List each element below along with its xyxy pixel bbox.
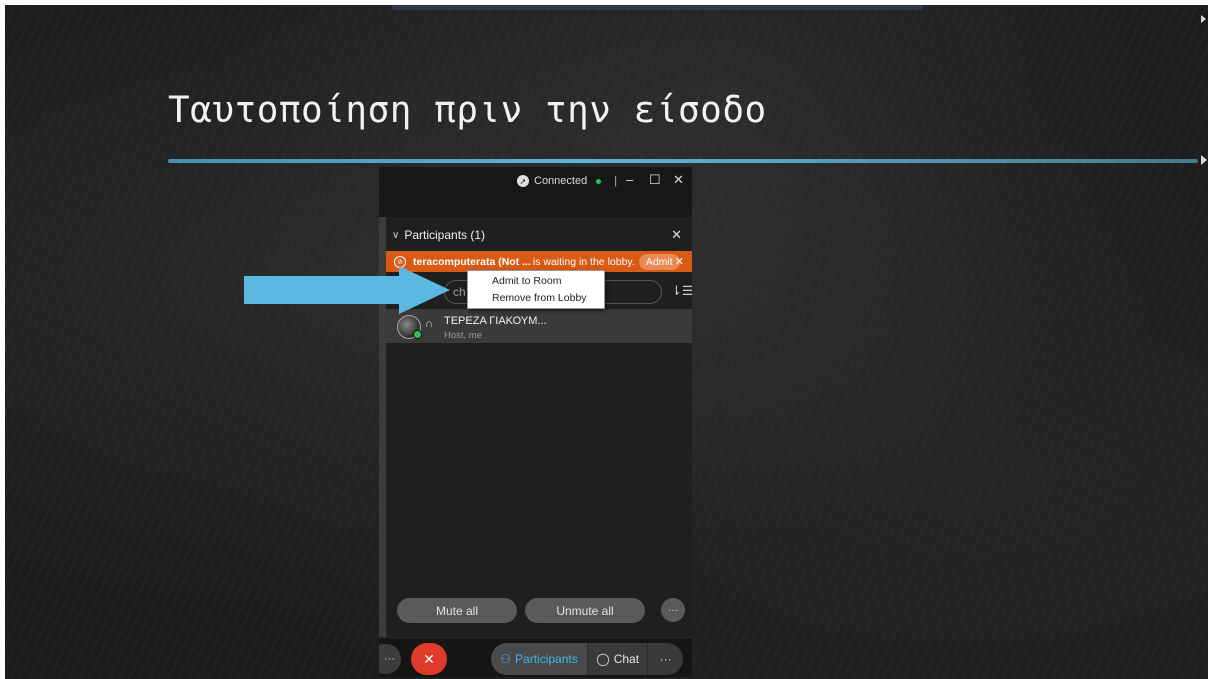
webex-window: ➚ Connected | – ☐ ✕ ∨ Participants (1) ✕… bbox=[379, 167, 692, 677]
chevron-down-icon[interactable]: ∨ bbox=[392, 230, 399, 241]
bottom-toolbar: ··· ✕ ⚇ Participants ◯ Chat ··· bbox=[379, 637, 692, 677]
end-call-icon: ✕ bbox=[423, 650, 435, 667]
underline-tick bbox=[1201, 155, 1207, 165]
participant-row[interactable]: ∩ ΤΕΡΕΖΑ ΓΙΑΚΟΥΜ... Host, me bbox=[386, 309, 692, 343]
panel-header[interactable]: ∨ Participants (1) ✕ bbox=[386, 225, 692, 245]
lobby-message: is waiting in the lobby. bbox=[532, 255, 635, 268]
corner-tick bbox=[1201, 15, 1206, 23]
participants-tab[interactable]: ⚇ Participants bbox=[491, 643, 587, 675]
participants-tab-label: Participants bbox=[515, 652, 578, 666]
dismiss-lobby-button[interactable]: ✕ bbox=[675, 255, 684, 268]
admit-button[interactable]: Admit bbox=[638, 253, 680, 270]
connection-status[interactable]: ➚ Connected | bbox=[517, 175, 617, 187]
minimize-button[interactable]: – bbox=[626, 172, 633, 187]
lobby-context-menu: Admit to Room Remove from Lobby bbox=[467, 270, 605, 309]
chat-tab-label: Chat bbox=[613, 652, 640, 666]
connection-label: Connected bbox=[534, 175, 588, 187]
panel-more-button[interactable]: ··· bbox=[661, 598, 685, 622]
close-panel-button[interactable]: ✕ bbox=[671, 227, 682, 243]
chat-icon: ◯ bbox=[596, 652, 610, 666]
headset-icon: ∩ bbox=[425, 318, 433, 330]
title-bar: ➚ Connected | – ☐ ✕ bbox=[379, 167, 692, 217]
more-options-button-left[interactable]: ··· bbox=[379, 644, 401, 674]
connected-dot bbox=[596, 178, 602, 184]
menu-item-remove-from-lobby[interactable]: Remove from Lobby bbox=[492, 292, 587, 304]
unmute-all-button[interactable]: Unmute all bbox=[525, 598, 645, 623]
connection-icon: ➚ bbox=[517, 175, 529, 187]
title-separator: | bbox=[614, 175, 618, 187]
maximize-button[interactable]: ☐ bbox=[649, 172, 661, 188]
menu-item-admit-to-room[interactable]: Admit to Room bbox=[492, 275, 561, 287]
close-window-button[interactable]: ✕ bbox=[673, 172, 684, 188]
title-underline bbox=[168, 159, 1198, 163]
end-call-button[interactable]: ✕ bbox=[411, 643, 447, 675]
top-tab-strip bbox=[392, 5, 923, 10]
participant-role: Host, me bbox=[444, 330, 483, 341]
participant-name: ΤΕΡΕΖΑ ΓΙΑΚΟΥΜ... bbox=[444, 315, 547, 327]
panel-title: Participants (1) bbox=[404, 228, 486, 242]
presence-badge bbox=[413, 330, 422, 339]
more-options-button-right[interactable]: ··· bbox=[647, 643, 683, 675]
sort-icon[interactable]: ⇂☰ bbox=[671, 283, 692, 299]
arrow-pointer bbox=[244, 266, 450, 314]
chat-tab[interactable]: ◯ Chat bbox=[586, 643, 647, 675]
mute-all-button[interactable]: Mute all bbox=[397, 598, 517, 623]
slide-title: Ταυτοποίηση πριν την είσοδο bbox=[168, 90, 767, 131]
toolbar-tab-group: ⚇ Participants ◯ Chat ··· bbox=[491, 643, 683, 675]
participants-icon: ⚇ bbox=[500, 652, 512, 666]
